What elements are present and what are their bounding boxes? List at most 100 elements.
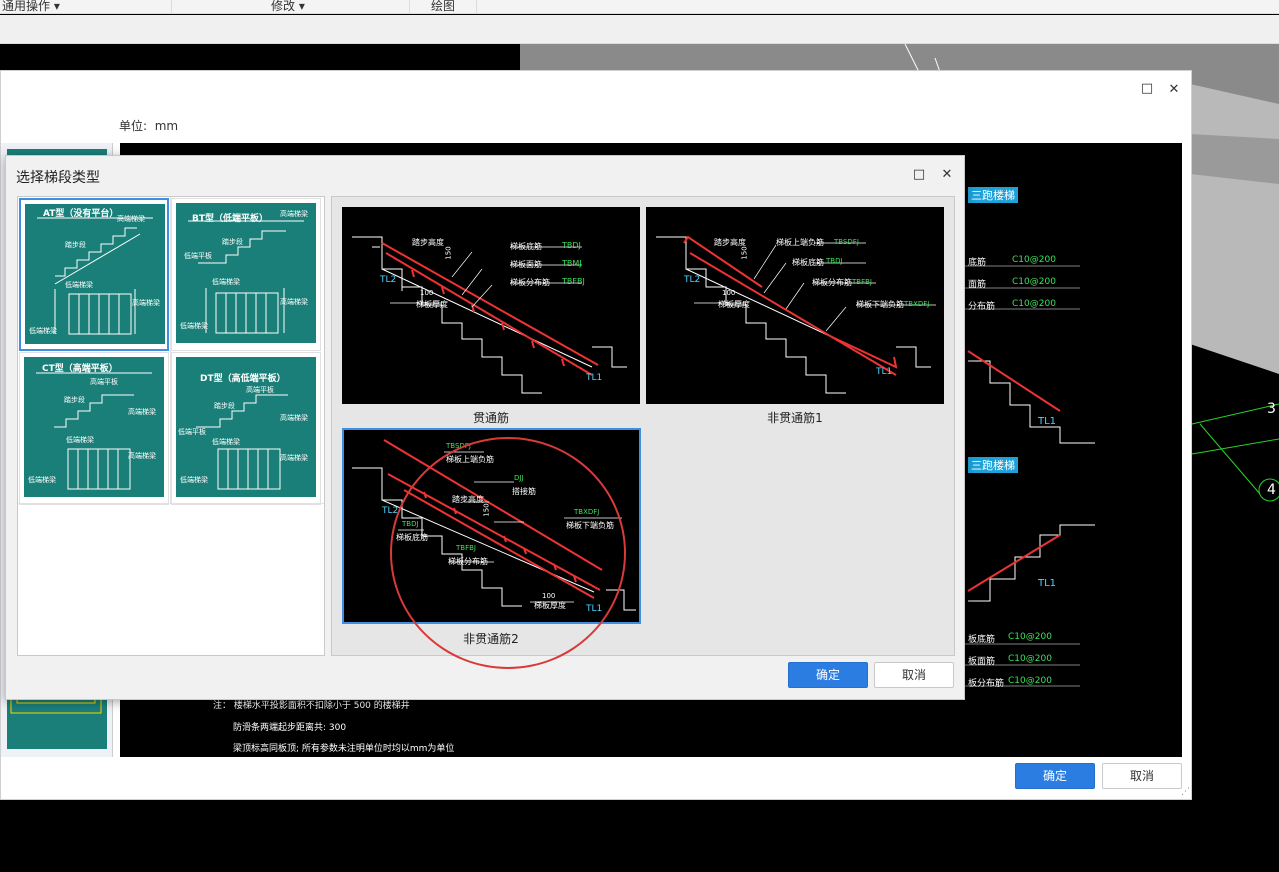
rebar-option-continuous[interactable]: 踏步高度 150 梯板底筋 TBDJ 梯板面筋 TBMJ 梯板分布筋 TBFBJ… — [342, 207, 640, 404]
close-icon[interactable]: ✕ — [1166, 82, 1182, 98]
stair-type-label: 低端平板 — [184, 252, 212, 260]
rebar-diagram-code: TBDJ — [826, 257, 843, 265]
rebar-value: C10@200 — [1008, 654, 1052, 664]
stair-type-label: 低端梯梁 — [180, 322, 208, 330]
rebar-diagram-label: 梯板上端负筋 — [776, 238, 824, 247]
stair-type-thumbnail: DT型（高低端平板） 高端平板 高端梯梁 踏步段 低端平板 低端梯梁 高端梯梁 … — [176, 357, 316, 497]
stair-type-label: 低端梯梁 — [28, 476, 56, 484]
rebar-diagram-code: TBFBJ — [562, 277, 585, 286]
cad-rebar-row: 面筋 C10@200 — [968, 277, 1088, 299]
rebar-diagram-label: 梯板底筋 — [396, 533, 428, 542]
stair-type-label: 低端梯梁 — [66, 436, 94, 444]
toolbar-menu-general[interactable]: 通用操作 ▾ — [2, 0, 60, 14]
close-icon[interactable]: ✕ — [939, 167, 955, 183]
rebar-diagram-tl2: TL2 — [380, 275, 397, 285]
rebar-name: 分布筋 — [968, 302, 996, 312]
rebar-diagram-label: 踏步高度 — [452, 495, 484, 504]
cad-rebar-row: 板分布筋 C10@200 — [968, 676, 1088, 698]
rebar-name: 底筋 — [968, 258, 987, 268]
stair-type-label: 高端梯梁 — [280, 414, 308, 422]
stair-type-dt[interactable]: DT型（高低端平板） 高端平板 高端梯梁 踏步段 低端平板 低端梯梁 高端梯梁 … — [171, 352, 321, 505]
rebar-diagram-code: TBFBJ — [852, 278, 872, 286]
stair-type-thumbnail: BT型（低端平板） 高端梯梁 踏步段 低端平板 低端梯梁 高端梯梁 低端梯梁 — [176, 203, 316, 343]
rebar-diagram-label: 梯板面筋 — [510, 260, 542, 269]
stair-type-list: AT型（没有平台） 高端梯梁 踏步段 低端梯梁 高端梯梁 低端梯梁 BT型（低端… — [17, 196, 325, 656]
maximize-icon[interactable]: □ — [911, 167, 927, 183]
rebar-diagram-label: 100 — [722, 289, 736, 297]
cad-note-3: 梁顶标高同板顶; 所有参数未注明单位时均以mm为单位 — [233, 744, 455, 754]
axis-label-4: 4 — [1267, 482, 1276, 498]
resize-grip-icon[interactable]: ⋰ — [1181, 787, 1190, 797]
rebar-name: 板分布筋 — [968, 679, 1005, 689]
stair-type-label: 低端梯梁 — [180, 476, 208, 484]
ribbon-strip — [0, 15, 1279, 44]
outer-cancel-button[interactable]: 取消 — [1102, 763, 1182, 789]
grid-divider — [170, 197, 171, 503]
rebar-diagram-label: 梯板底筋 — [792, 258, 824, 267]
rebar-diagram-tl1: TL1 — [876, 367, 893, 377]
rebar-diagram-tl2: TL2 — [684, 275, 701, 285]
unit-label: 单位: mm — [119, 117, 178, 134]
toolbar-divider — [171, 0, 172, 14]
cad-rebar-row: 板面筋 C10@200 — [968, 654, 1088, 676]
cancel-button[interactable]: 取消 — [874, 662, 954, 688]
rebar-diagram-label: 踏步高度 — [412, 238, 444, 247]
stair-type-label: 高端梯梁 — [117, 215, 145, 223]
unit-label-text: 单位: — [119, 119, 148, 133]
stair-type-label: 高端梯梁 — [280, 210, 308, 218]
rebar-option-non-continuous-1[interactable]: 踏步高度 150 梯板上端负筋 TBSDFJ 梯板底筋 TBDJ 梯板分布筋 T… — [646, 207, 944, 404]
rebar-diagram-code: TBXDFJ — [574, 508, 600, 516]
toolbar-divider — [409, 0, 410, 14]
stair-type-label: 踏步段 — [64, 396, 85, 404]
top-toolbar: 通用操作 ▾ 修改 ▾ 绘图 — [0, 0, 1279, 14]
rebar-diagram-label: 梯板底筋 — [510, 242, 542, 251]
rebar-diagram-code: TBSDFJ — [834, 238, 859, 246]
cad-tl1-label: TL1 — [1038, 416, 1057, 427]
rebar-diagram-code: TBDJ — [402, 520, 419, 528]
rebar-value: C10@200 — [1012, 277, 1056, 287]
cad-band-label-2: 三跑楼梯 — [968, 457, 1018, 473]
rebar-diagram-label: 100 — [420, 289, 434, 297]
stair-type-at[interactable]: AT型（没有平台） 高端梯梁 踏步段 低端梯梁 高端梯梁 低端梯梁 — [19, 198, 169, 351]
grid-divider — [18, 503, 324, 504]
toolbar-menu-draw[interactable]: 绘图 — [431, 0, 455, 14]
stair-type-label: 高端梯梁 — [128, 408, 156, 416]
ok-button[interactable]: 确定 — [788, 662, 868, 688]
cad-rebar-row: 板底筋 C10@200 — [968, 632, 1088, 654]
maximize-icon[interactable]: □ — [1139, 81, 1155, 97]
rebar-option-caption: 非贯通筋2 — [463, 632, 519, 646]
stair-type-label: 高端平板 — [90, 378, 118, 386]
stair-type-label: 低端梯梁 — [212, 438, 240, 446]
stair-type-label: 踏步段 — [65, 241, 86, 249]
stair-type-thumbnail: AT型（没有平台） 高端梯梁 踏步段 低端梯梁 高端梯梁 低端梯梁 — [25, 204, 165, 344]
stair-type-diagram — [37, 217, 153, 335]
unit-value: mm — [154, 119, 179, 133]
rebar-diagram-code: TBSDFJ — [446, 442, 471, 450]
cad-rebar-table-bottom: 板底筋 C10@200 板面筋 C10@200 板分布筋 C10@200 — [968, 632, 1088, 698]
rebar-option-caption: 贯通筋 — [472, 411, 509, 425]
rebar-value: C10@200 — [1012, 299, 1056, 309]
cad-band-label-1: 三跑楼梯 — [968, 187, 1018, 203]
toolbar-divider — [476, 0, 477, 14]
rebar-name: 板底筋 — [968, 635, 996, 645]
rebar-diagram-label: 搭接筋 — [512, 487, 536, 496]
stair-type-label: 低端梯梁 — [65, 281, 93, 289]
rebar-name: 面筋 — [968, 280, 987, 290]
rebar-diagram-tl2: TL2 — [382, 506, 399, 516]
rebar-diagram-code: DJJ — [514, 474, 524, 482]
rebar-diagram-label: 150 — [444, 246, 453, 260]
cad-tl1-label: TL1 — [1038, 578, 1057, 589]
stair-type-label: 低端平板 — [178, 428, 206, 436]
rebar-option-non-continuous-2[interactable]: TBSDFJ 梯板上端负筋 DJJ 搭接筋 踏步高度 150 TBXDFJ 梯板… — [342, 428, 641, 624]
rebar-option-list: 踏步高度 150 梯板底筋 TBDJ 梯板面筋 TBMJ 梯板分布筋 TBFBJ… — [331, 196, 955, 656]
rebar-diagram-label: 梯板上端负筋 — [446, 455, 494, 464]
stair-type-ct[interactable]: CT型（高端平板） 高端平板 高端梯梁 踏步段 低端梯梁 高端梯梁 低端梯梁 — [19, 352, 169, 505]
stair-type-label: 低端梯梁 — [212, 278, 240, 286]
stair-type-label: 高端梯梁 — [280, 298, 308, 306]
stair-type-bt[interactable]: BT型（低端平板） 高端梯梁 踏步段 低端平板 低端梯梁 高端梯梁 低端梯梁 — [171, 198, 321, 351]
outer-ok-button[interactable]: 确定 — [1015, 763, 1095, 789]
rebar-diagram-code: TBDJ — [562, 241, 581, 250]
rebar-name: 板面筋 — [968, 657, 996, 667]
toolbar-menu-modify[interactable]: 修改 ▾ — [271, 0, 305, 14]
rebar-diagram-label: 150 — [740, 246, 749, 260]
